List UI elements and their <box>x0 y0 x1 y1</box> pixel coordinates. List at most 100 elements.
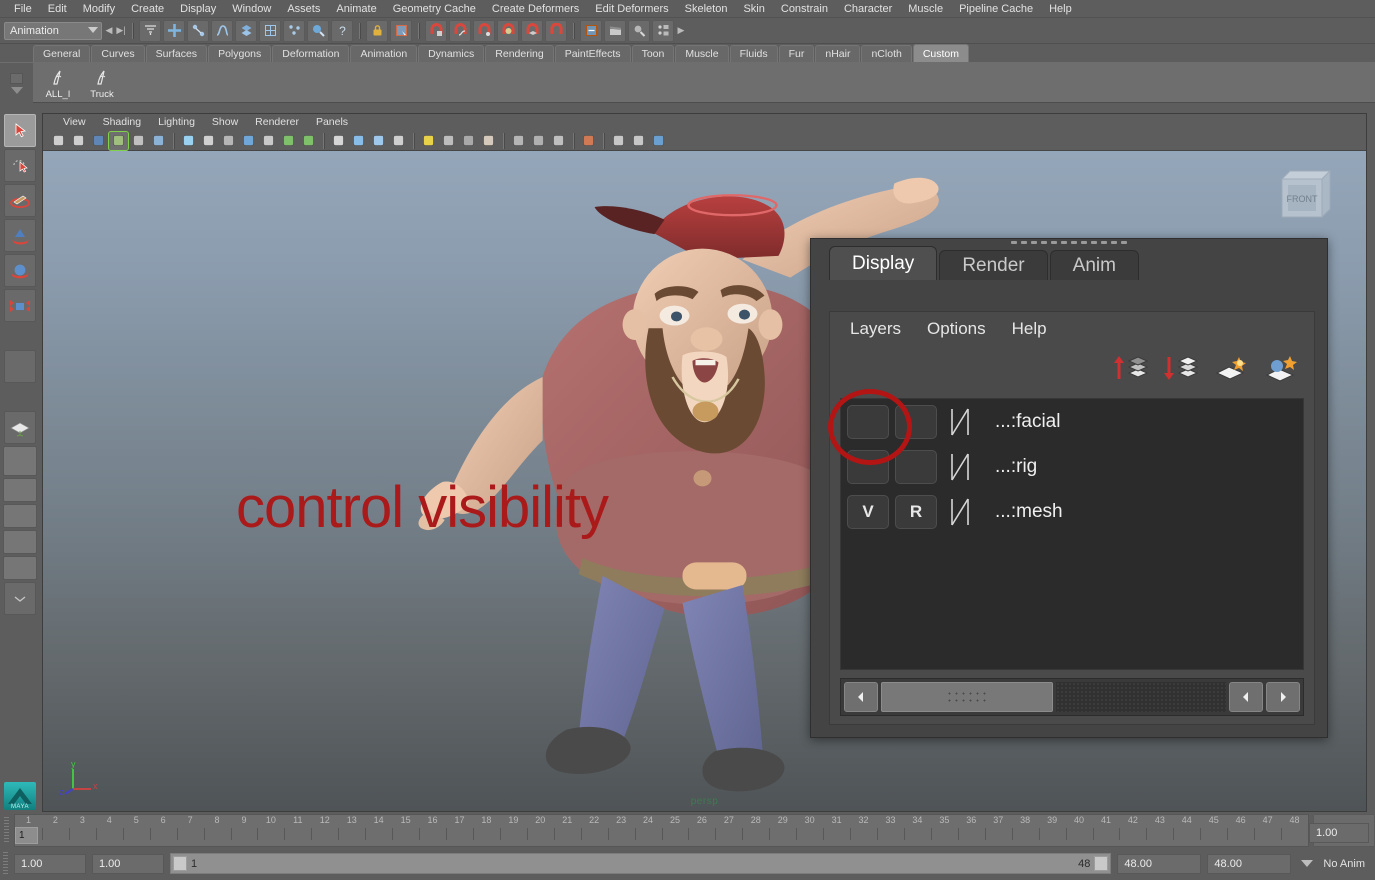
range-handle-left[interactable] <box>173 856 187 871</box>
wireframe-icon[interactable] <box>329 132 348 150</box>
toolbar-expand-right-icon[interactable]: ▶| <box>116 21 126 41</box>
menu-item-character[interactable]: Character <box>836 0 900 18</box>
layer-row[interactable]: ...:rig <box>841 444 1303 489</box>
scrollbar-thumb[interactable] <box>881 682 1053 712</box>
resolution-gate-icon[interactable] <box>149 132 168 150</box>
shelf-tab-dynamics[interactable]: Dynamics <box>418 45 485 62</box>
default-light-icon[interactable] <box>439 132 458 150</box>
menu-item-file[interactable]: File <box>6 0 40 18</box>
layer-visibility-toggle[interactable] <box>847 449 889 484</box>
motion-blur-icon[interactable] <box>529 132 548 150</box>
layer-row[interactable]: ...:facial <box>841 399 1303 444</box>
shadow-icon[interactable] <box>479 132 498 150</box>
menu-item-skeleton[interactable]: Skeleton <box>677 0 736 18</box>
range-end-field[interactable]: 48.00 <box>1117 853 1202 874</box>
menu-item-constrain[interactable]: Constrain <box>773 0 836 18</box>
bookmark-icon[interactable] <box>69 132 88 150</box>
menu-item-create-deformers[interactable]: Create Deformers <box>484 0 587 18</box>
menu-item-skin[interactable]: Skin <box>735 0 772 18</box>
persp-graph-layout[interactable] <box>3 504 37 528</box>
layer-visibility-toggle[interactable]: V <box>847 494 889 529</box>
menu-item-muscle[interactable]: Muscle <box>900 0 951 18</box>
snap-grid-icon[interactable] <box>139 19 161 42</box>
menu-item-edit-deformers[interactable]: Edit Deformers <box>587 0 676 18</box>
layer-playback-toggle[interactable] <box>895 449 937 484</box>
view-cube[interactable]: FRONT <box>1274 165 1340 227</box>
ramp-icon[interactable] <box>943 450 989 484</box>
texture-icon[interactable] <box>279 132 298 150</box>
magnet-surface-icon[interactable] <box>521 19 543 42</box>
menu-item-display[interactable]: Display <box>172 0 224 18</box>
viewport-menu-lighting[interactable]: Lighting <box>150 114 203 131</box>
ramp-icon[interactable] <box>943 495 989 529</box>
shelf-menu-triangle-icon[interactable] <box>10 86 23 94</box>
layer-menu-options[interactable]: Options <box>917 319 996 339</box>
isolate-select-icon[interactable] <box>579 132 598 150</box>
magnet-view-icon[interactable] <box>497 19 519 42</box>
select-tool[interactable] <box>4 114 36 147</box>
animation-start-field[interactable]: 1.00 <box>92 853 164 874</box>
select-camera-icon[interactable] <box>49 132 68 150</box>
range-bar-grip[interactable] <box>0 847 12 880</box>
last-tool[interactable] <box>4 350 36 383</box>
menu-item-pipeline-cache[interactable]: Pipeline Cache <box>951 0 1041 18</box>
smooth-shade-icon[interactable] <box>349 132 368 150</box>
msaa-icon[interactable] <box>549 132 568 150</box>
xray-active-icon[interactable] <box>629 132 648 150</box>
shelf-tab-rendering[interactable]: Rendering <box>485 45 554 62</box>
layer-menu-layers[interactable]: Layers <box>840 319 911 339</box>
scale-tool[interactable] <box>4 289 36 322</box>
paint-icon[interactable] <box>307 19 329 42</box>
shelf-button-truck[interactable]: Truck <box>80 66 124 100</box>
layer-tab-display[interactable]: Display <box>829 246 938 280</box>
move-icon[interactable] <box>163 19 185 42</box>
shelf-tab-muscle[interactable]: Muscle <box>675 45 729 62</box>
shelf-tab-general[interactable]: General <box>33 45 91 62</box>
magnet-curve-icon[interactable] <box>449 19 471 42</box>
move-layer-down-icon[interactable] <box>1162 352 1200 384</box>
outliner-persp-layout[interactable] <box>3 478 37 502</box>
time-slider-grip[interactable] <box>0 814 14 847</box>
exposure-icon[interactable] <box>179 132 198 150</box>
sphere-shade-icon[interactable] <box>239 132 258 150</box>
history-icon[interactable] <box>580 19 602 42</box>
shaded-wire-icon[interactable] <box>369 132 388 150</box>
move-layer-up-icon[interactable] <box>1112 352 1150 384</box>
viewport-menu-shading[interactable]: Shading <box>95 114 150 131</box>
grid-icon[interactable] <box>129 132 148 150</box>
shelf-menu-square-icon[interactable] <box>10 72 23 84</box>
layer-playback-toggle[interactable] <box>895 404 937 439</box>
shelf-tab-animation[interactable]: Animation <box>350 45 418 62</box>
shelf-button-all-i[interactable]: ALL_I <box>36 66 80 100</box>
xray-icon[interactable] <box>259 132 278 150</box>
menu-item-edit[interactable]: Edit <box>40 0 75 18</box>
playhead[interactable]: 1 <box>15 827 38 844</box>
shelf-tab-deformation[interactable]: Deformation <box>272 45 350 62</box>
layer-playback-toggle[interactable]: R <box>895 494 937 529</box>
single-view-layout[interactable] <box>4 411 36 444</box>
exposure-share-icon[interactable] <box>649 132 668 150</box>
text-icon[interactable] <box>299 132 318 150</box>
scrollbar-track[interactable] <box>1056 682 1226 712</box>
layer-name[interactable]: ...:facial <box>995 411 1060 433</box>
shelf-tab-toon[interactable]: Toon <box>631 45 675 62</box>
viewport-menu-show[interactable]: Show <box>204 114 246 131</box>
particles-icon[interactable] <box>283 19 305 42</box>
scroll-page-right-button[interactable] <box>1266 682 1300 712</box>
panel-drag-handle[interactable] <box>811 239 1327 246</box>
shelf-tab-fur[interactable]: Fur <box>778 45 815 62</box>
viewport-menu-renderer[interactable]: Renderer <box>247 114 307 131</box>
ramp-icon[interactable] <box>943 405 989 439</box>
range-start-field[interactable]: 1.00 <box>14 853 86 874</box>
new-layer-icon[interactable] <box>1212 352 1250 384</box>
menu-item-modify[interactable]: Modify <box>75 0 123 18</box>
shelf-tab-polygons[interactable]: Polygons <box>208 45 272 62</box>
persp-outliner-graph-layout[interactable] <box>3 556 37 580</box>
layer-list-scrollbar[interactable] <box>840 678 1304 716</box>
layer-list[interactable]: ...:facial ...:rig V R ...:mesh <box>840 398 1304 670</box>
magnet-point-icon[interactable] <box>473 19 495 42</box>
render-icon[interactable] <box>628 19 650 42</box>
film-gate-icon[interactable] <box>199 132 218 150</box>
menu-item-animate[interactable]: Animate <box>328 0 384 18</box>
image-plane-icon[interactable] <box>89 132 108 150</box>
